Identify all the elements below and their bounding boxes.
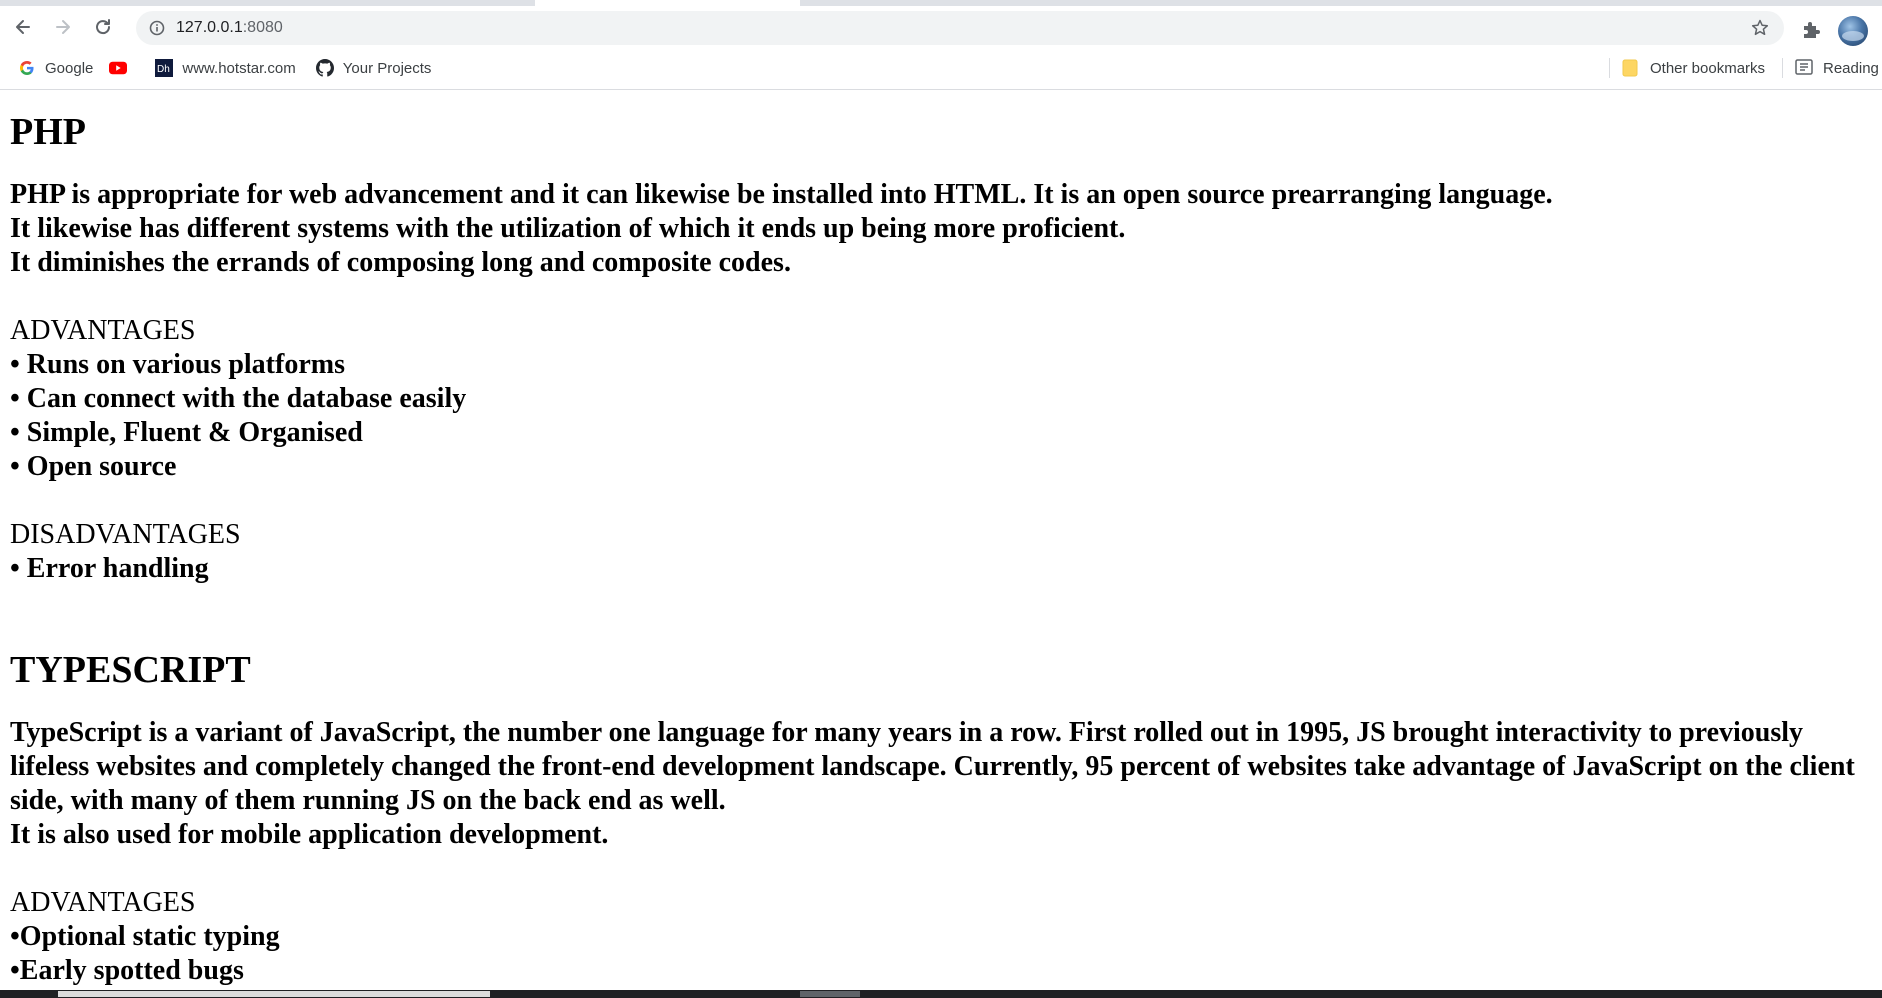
php-advantage-item: • Can connect with the database easily — [10, 383, 467, 414]
typescript-intro-paragraph: TypeScript is a variant of JavaScript, t… — [10, 717, 1855, 816]
site-info-icon[interactable] — [148, 19, 166, 37]
php-advantage-item: • Open source — [10, 451, 177, 482]
bookmark-star-icon[interactable] — [1750, 18, 1770, 38]
google-icon — [18, 59, 36, 77]
typescript-intro: TypeScript is a variant of JavaScript, t… — [10, 716, 1870, 988]
bookmark-hotstar[interactable]: Dh www.hotstar.com — [149, 54, 301, 82]
bookmarks-separator — [1609, 58, 1610, 78]
typescript-advantage-item: •Optional static typing — [10, 921, 280, 952]
php-advantage-item: • Simple, Fluent & Organised — [10, 417, 363, 448]
php-disadvantage-item: • Error handling — [10, 553, 209, 584]
arrow-right-icon — [56, 20, 70, 34]
horizontal-scrollbar-thumb[interactable] — [58, 991, 490, 997]
section-title-php: PHP — [10, 111, 86, 153]
github-icon — [315, 59, 334, 77]
typescript-advantage-item: •Early spotted bugs — [10, 955, 244, 986]
profile-avatar[interactable] — [1838, 16, 1868, 46]
url-text: 127.0.0.1:8080 — [176, 19, 283, 37]
browser-chrome: 127.0.0.1:8080 Google Dh www.hotstar.com… — [0, 0, 1882, 90]
bookmarks-bar: Google Dh www.hotstar.com Your Projects … — [0, 50, 1882, 86]
reading-list-icon — [1795, 59, 1813, 77]
extensions-puzzle-icon[interactable] — [1800, 18, 1824, 42]
url-host: 127.0.0.1 — [176, 19, 243, 36]
reload-icon — [96, 19, 111, 35]
arrow-left-icon — [16, 20, 30, 34]
php-intro-line: PHP is appropriate for web advancement a… — [10, 179, 1553, 210]
url-port: :8080 — [242, 19, 283, 36]
bookmark-your-projects[interactable]: Your Projects — [310, 54, 438, 82]
section-title-typescript: TYPESCRIPT — [10, 649, 251, 691]
hotstar-icon: Dh — [155, 59, 174, 77]
reload-button[interactable] — [86, 10, 120, 44]
bookmark-google[interactable]: Google — [12, 54, 99, 82]
taskbar-strip — [0, 990, 1882, 998]
typescript-advantages-heading: ADVANTAGES — [10, 887, 196, 918]
youtube-icon — [109, 59, 128, 77]
php-advantages-heading: ADVANTAGES — [10, 315, 196, 346]
php-advantage-item: • Runs on various platforms — [10, 349, 345, 380]
forward-button[interactable] — [46, 10, 80, 44]
other-bookmarks-label: Other bookmarks — [1650, 59, 1766, 77]
svg-text:Dh: Dh — [157, 64, 170, 75]
bookmark-label: Your Projects — [342, 59, 432, 77]
typescript-intro-extra: It is also used for mobile application d… — [10, 819, 609, 850]
taskbar-segment — [800, 991, 860, 997]
browser-toolbar: 127.0.0.1:8080 — [0, 6, 1882, 48]
php-intro-line: It likewise has different systems with t… — [10, 213, 1126, 244]
page-body: PHP PHP is appropriate for web advanceme… — [10, 90, 1870, 988]
bookmark-label: www.hotstar.com — [182, 59, 296, 77]
other-bookmarks[interactable]: Other bookmarks — [1622, 50, 1765, 86]
php-intro-line: It diminishes the errands of composing l… — [10, 247, 791, 278]
php-disadvantages-heading: DISADVANTAGES — [10, 519, 241, 550]
folder-icon — [1622, 59, 1640, 77]
web-page-content: PHP PHP is appropriate for web advanceme… — [0, 90, 1882, 990]
reading-list-label: Reading — [1823, 59, 1879, 77]
bookmark-youtube[interactable] — [103, 54, 135, 82]
back-button[interactable] — [6, 10, 40, 44]
bookmark-label: Google — [45, 59, 94, 77]
reading-list[interactable]: Reading — [1795, 50, 1879, 86]
php-intro: PHP is appropriate for web advancement a… — [10, 178, 1870, 586]
bookmarks-separator — [1782, 58, 1783, 78]
address-bar[interactable]: 127.0.0.1:8080 — [136, 11, 1784, 45]
